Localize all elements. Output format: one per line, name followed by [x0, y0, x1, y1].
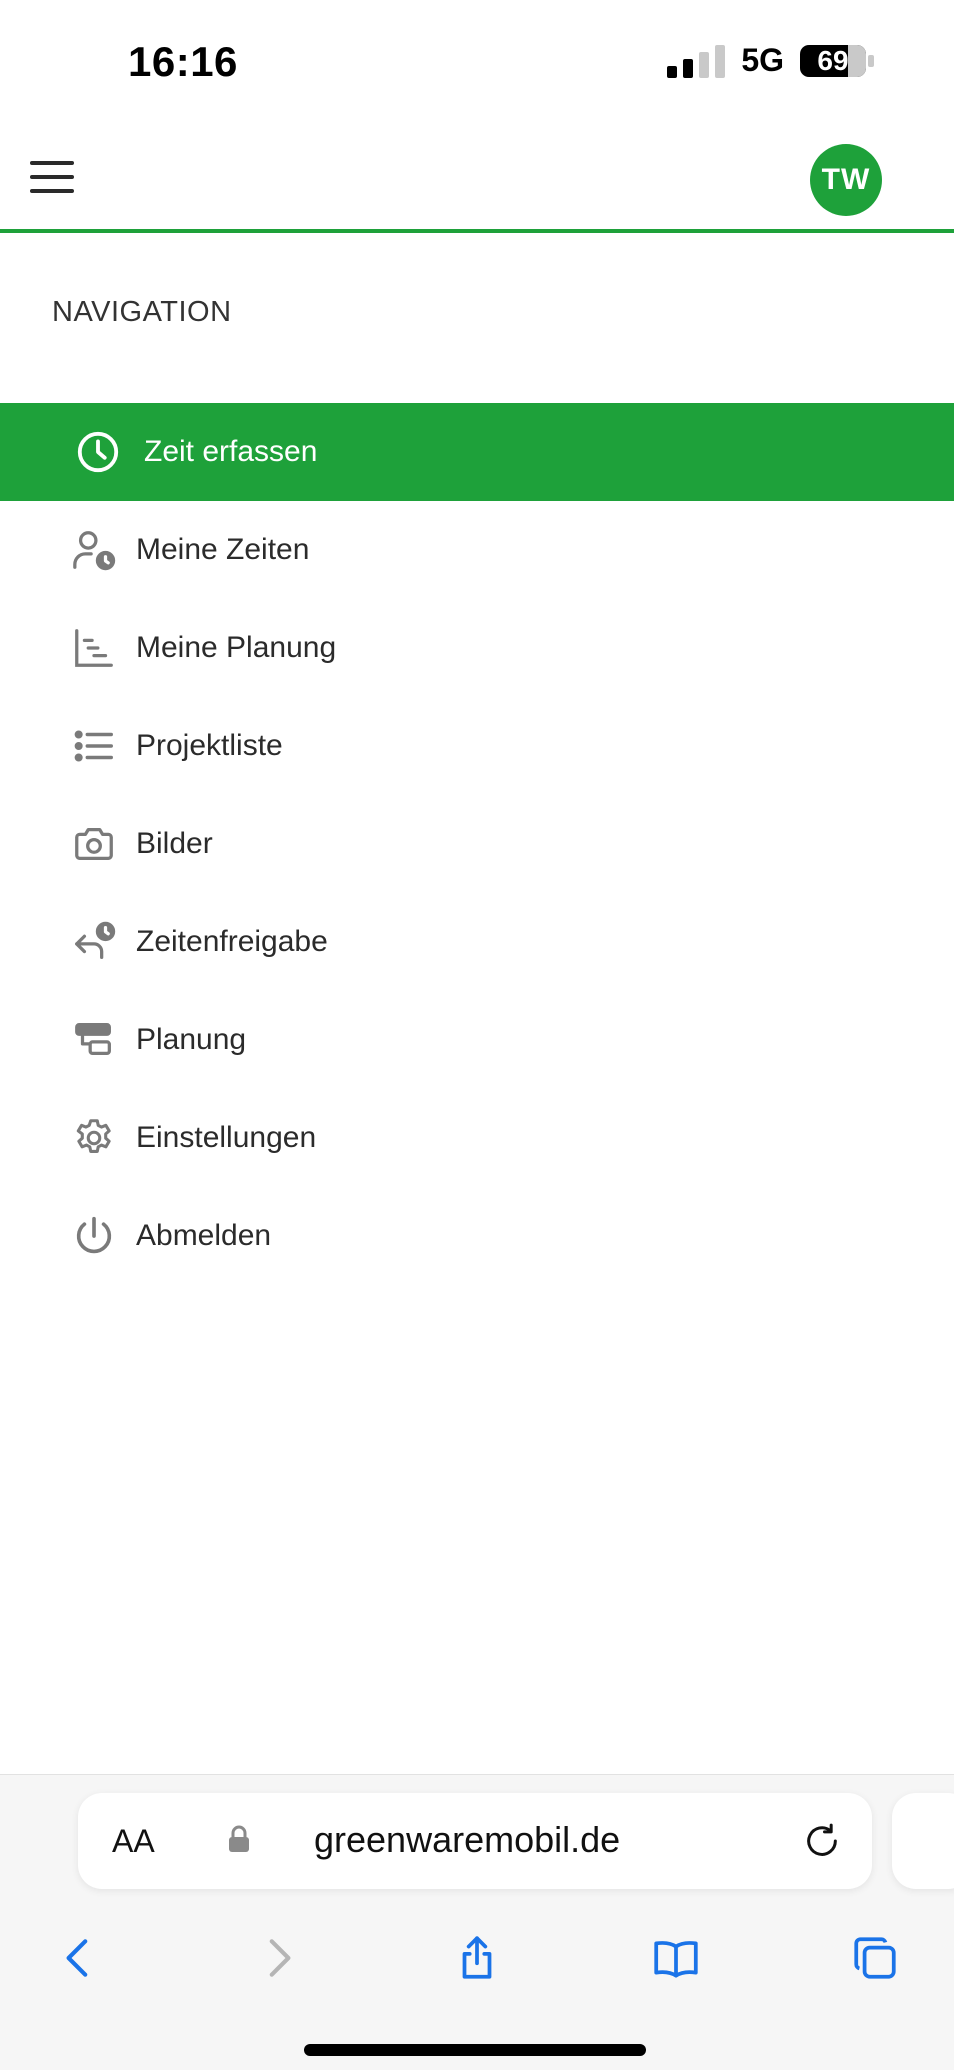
nav-item-label: Zeit erfassen: [144, 435, 318, 468]
nav-item-planung[interactable]: Planung: [0, 991, 954, 1089]
nav-item-abmelden[interactable]: Abmelden: [0, 1187, 954, 1285]
home-indicator: [304, 2044, 646, 2056]
hamburger-menu-icon[interactable]: [30, 155, 74, 199]
bookmarks-button[interactable]: [641, 1923, 711, 1993]
nav-item-einstellungen[interactable]: Einstellungen: [0, 1089, 954, 1187]
nav-item-label: Einstellungen: [136, 1121, 317, 1154]
nav-item-label: Zeitenfreigabe: [136, 925, 328, 958]
share-button[interactable]: [442, 1923, 512, 1993]
nav-item-meine-zeiten[interactable]: Meine Zeiten: [0, 501, 954, 599]
nav-item-projektliste[interactable]: Projektliste: [0, 697, 954, 795]
navigation-menu: Zeit erfassen Meine Zeiten Meine Planung: [0, 403, 954, 1285]
battery-level: 69: [817, 44, 849, 76]
clock-icon: [74, 428, 122, 476]
browser-toolbar: [0, 1913, 954, 2003]
tabs-button[interactable]: [840, 1923, 910, 1993]
status-indicators: 5G 69: [667, 42, 874, 79]
app-header: TW: [0, 130, 954, 233]
nav-item-label: Meine Planung: [136, 631, 337, 664]
user-clock-icon: [70, 526, 118, 574]
text-size-label: AA: [112, 1823, 155, 1859]
nav-item-bilder[interactable]: Bilder: [0, 795, 954, 893]
user-avatar[interactable]: TW: [810, 144, 882, 216]
next-tab-preview[interactable]: [892, 1793, 954, 1889]
power-icon: [70, 1212, 118, 1260]
status-time: 16:16: [128, 38, 238, 85]
nav-item-label: Meine Zeiten: [136, 533, 310, 566]
nav-item-zeit-erfassen[interactable]: Zeit erfassen: [0, 403, 954, 501]
forward-button[interactable]: [243, 1923, 313, 1993]
list-icon: [70, 722, 118, 770]
tabs-icon: [854, 1937, 896, 1979]
address-bar[interactable]: AA greenwaremobil.de: [78, 1793, 872, 1889]
chevron-left-icon: [66, 1939, 88, 1977]
nav-item-label: Planung: [136, 1023, 247, 1056]
time-approval-icon: [70, 918, 118, 966]
planning-icon: [70, 1016, 118, 1064]
book-icon: [654, 1941, 698, 1978]
nav-item-label: Bilder: [136, 827, 213, 860]
nav-item-label: Projektliste: [136, 729, 283, 762]
navigation-title: NAVIGATION: [52, 296, 232, 328]
camera-icon: [70, 820, 118, 868]
chevron-right-icon: [269, 1939, 291, 1977]
gear-icon: [70, 1114, 118, 1162]
nav-item-zeitenfreigabe[interactable]: Zeitenfreigabe: [0, 893, 954, 991]
status-bar: 16:16 5G 69: [0, 0, 954, 130]
signal-icon: [667, 44, 726, 78]
lock-icon: [229, 1825, 249, 1852]
nav-item-label: Abmelden: [136, 1219, 272, 1252]
back-button[interactable]: [44, 1923, 114, 1993]
network-type: 5G: [741, 42, 784, 78]
browser-bottom-bar: AA greenwaremobil.de: [0, 1774, 954, 2070]
text-size-button[interactable]: AA: [112, 1823, 155, 1860]
share-icon: [462, 1936, 492, 1979]
gantt-chart-icon: [70, 624, 118, 672]
url-text[interactable]: greenwaremobil.de: [314, 1819, 620, 1861]
nav-item-meine-planung[interactable]: Meine Planung: [0, 599, 954, 697]
battery-icon: 69: [800, 44, 866, 77]
reload-icon[interactable]: [802, 1821, 842, 1861]
